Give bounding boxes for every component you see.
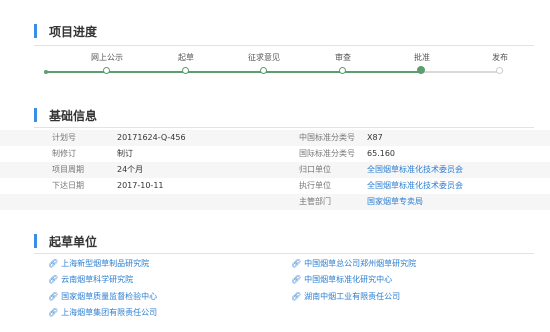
divider	[34, 253, 534, 254]
basic-info-section-title: 基础信息	[34, 107, 97, 123]
step-approval: 批准	[387, 53, 457, 74]
divider	[34, 127, 534, 128]
revision-type-label: 制修订	[52, 149, 76, 158]
link-icon: 🔗︎	[291, 275, 302, 284]
issue-date-label: 下达日期	[52, 181, 84, 190]
cn-standard-class-value: X87	[367, 133, 383, 142]
section-accent-bar	[34, 108, 37, 122]
authority-label: 主管部门	[299, 197, 331, 206]
basic-info-title: 基础信息	[49, 108, 98, 123]
step-review: 审查	[308, 53, 378, 74]
drafting-unit-link[interactable]: 🔗︎ 国家烟草质量监督检验中心	[48, 292, 157, 302]
drafting-unit-link[interactable]: 🔗︎ 云南烟草科学研究院	[48, 275, 133, 285]
info-row: 计划号 20171624-Q-456 中国标准分类号 X87	[0, 130, 550, 146]
progress-line-pending	[422, 71, 502, 73]
issue-date-value: 2017-10-11	[117, 181, 164, 190]
step-dot	[339, 67, 346, 74]
cn-standard-class-label: 中国标准分类号	[299, 133, 355, 142]
info-row: 项目周期 24个月 归口单位 全国烟草标准化技术委员会	[0, 162, 550, 178]
drafting-units-title: 起草单位	[49, 234, 98, 249]
link-icon: 🔗︎	[291, 292, 302, 301]
step-consultation: 征求意见	[229, 53, 299, 74]
drafting-unit-link[interactable]: 🔗︎ 中国烟草总公司郑州烟草研究院	[291, 259, 416, 269]
unit-name: 云南烟草科学研究院	[61, 275, 134, 284]
section-accent-bar	[34, 234, 37, 248]
plan-number-value: 20171624-Q-456	[117, 133, 186, 142]
divider	[34, 45, 534, 46]
project-period-label: 项目周期	[52, 165, 84, 174]
link-icon: 🔗︎	[48, 259, 59, 268]
step-label: 征求意见	[248, 53, 280, 62]
info-row: 下达日期 2017-10-11 执行单位 全国烟草标准化技术委员会	[0, 178, 550, 194]
info-row: 制修订 制订 国际标准分类号 65.160	[0, 146, 550, 162]
step-publish: 发布	[465, 53, 535, 74]
unit-name: 国家烟草质量监督检验中心	[61, 292, 158, 301]
section-accent-bar	[34, 24, 37, 38]
progress-title: 项目进度	[49, 24, 98, 39]
step-drafting: 起草	[151, 53, 221, 74]
intl-standard-class-value: 65.160	[367, 149, 395, 158]
drafting-units-section-title: 起草单位	[34, 233, 97, 249]
unit-name: 湖南中烟工业有限责任公司	[304, 292, 401, 301]
step-dot	[260, 67, 267, 74]
step-dot	[182, 67, 189, 74]
step-label: 发布	[492, 53, 508, 62]
project-period-value: 24个月	[117, 165, 144, 174]
revision-type-value: 制订	[117, 149, 133, 158]
executing-unit-label: 执行单位	[299, 181, 331, 190]
unit-name: 上海新型烟草制品研究院	[61, 259, 150, 268]
info-row: 主管部门 国家烟草专卖局	[0, 194, 550, 210]
link-icon: 🔗︎	[291, 259, 302, 268]
link-icon: 🔗︎	[48, 275, 59, 284]
responsible-unit-link[interactable]: 全国烟草标准化技术委员会	[367, 165, 463, 175]
drafting-unit-link[interactable]: 🔗︎ 上海烟草集团有限责任公司	[48, 308, 157, 318]
drafting-unit-link[interactable]: 🔗︎ 中国烟草标准化研究中心	[291, 275, 392, 285]
link-icon: 🔗︎	[48, 292, 59, 301]
step-dot	[103, 67, 110, 74]
drafting-unit-link[interactable]: 🔗︎ 上海新型烟草制品研究院	[48, 259, 149, 269]
responsible-unit-label: 归口单位	[299, 165, 331, 174]
step-label: 网上公示	[91, 53, 123, 62]
unit-name: 中国烟草标准化研究中心	[304, 275, 393, 284]
unit-name: 中国烟草总公司郑州烟草研究院	[304, 259, 417, 268]
plan-number-label: 计划号	[52, 133, 76, 142]
unit-name: 上海烟草集团有限责任公司	[61, 308, 158, 317]
step-label: 审查	[335, 53, 351, 62]
progress-section-title: 项目进度	[34, 23, 97, 39]
step-dot-pending	[496, 67, 503, 74]
link-icon: 🔗︎	[48, 308, 59, 317]
executing-unit-link[interactable]: 全国烟草标准化技术委员会	[367, 181, 463, 191]
drafting-unit-link[interactable]: 🔗︎ 湖南中烟工业有限责任公司	[291, 292, 400, 302]
step-online-publicity: 网上公示	[72, 53, 142, 74]
authority-link[interactable]: 国家烟草专卖局	[367, 197, 423, 207]
step-label: 批准	[414, 53, 430, 62]
intl-standard-class-label: 国际标准分类号	[299, 149, 355, 158]
step-label: 起草	[178, 53, 194, 62]
step-dot-current	[417, 66, 425, 74]
